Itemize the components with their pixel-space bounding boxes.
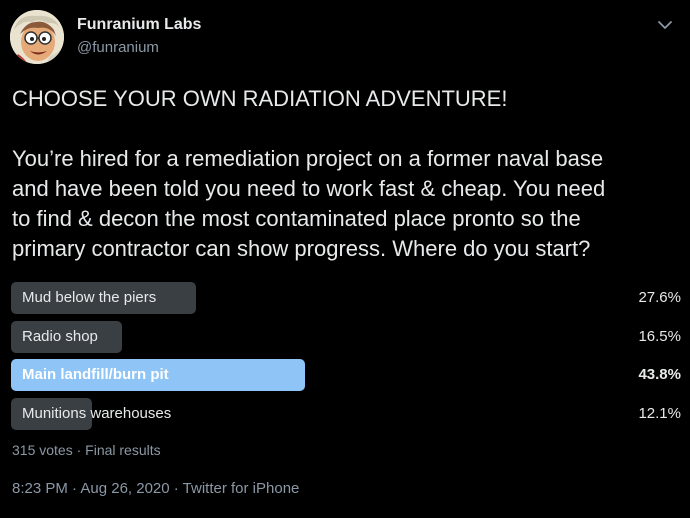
tweet-body-line: and have been told you need to work fast… — [12, 176, 606, 201]
author-handle[interactable]: @funranium — [77, 39, 159, 56]
chevron-down-icon[interactable] — [656, 16, 674, 34]
poll-option-percent: 12.1% — [638, 404, 681, 422]
avatar[interactable] — [10, 10, 64, 64]
cartoon-scientist-avatar-icon — [10, 10, 64, 64]
poll-summary: 315 votes · Final results — [12, 442, 161, 458]
tweet-body-line: primary contractor can show progress. Wh… — [12, 236, 591, 261]
tweet-headline: CHOOSE YOUR OWN RADIATION ADVENTURE! — [12, 86, 508, 111]
poll: Mud below the piers 27.6% Radio shop 16.… — [11, 282, 681, 436]
poll-option: Radio shop 16.5% — [11, 320, 681, 353]
poll-option: Main landfill/burn pit 43.8% — [11, 359, 681, 391]
poll-option: Munitions warehouses 12.1% — [11, 397, 681, 430]
poll-option-percent: 43.8% — [638, 366, 681, 383]
poll-option-label: Munitions warehouses — [22, 404, 172, 422]
tweet-header: Funranium Labs @funranium — [10, 8, 680, 64]
tweet-text: CHOOSE YOUR OWN RADIATION ADVENTURE! You… — [12, 84, 682, 264]
tweet-body-line: You’re hired for a remediation project o… — [12, 146, 604, 171]
poll-option-label: Main landfill/burn pit — [22, 366, 169, 383]
tweet-timestamp[interactable]: 8:23 PM · Aug 26, 2020 · Twitter for iPh… — [12, 480, 299, 497]
poll-option: Mud below the piers 27.6% — [11, 282, 681, 314]
poll-option-percent: 27.6% — [638, 289, 681, 306]
author-display-name[interactable]: Funranium Labs — [77, 16, 201, 34]
poll-option-percent: 16.5% — [638, 327, 681, 345]
poll-option-label: Mud below the piers — [22, 289, 157, 306]
poll-option-label: Radio shop — [22, 327, 98, 345]
tweet-body-line: to find & decon the most contaminated pl… — [12, 206, 581, 231]
